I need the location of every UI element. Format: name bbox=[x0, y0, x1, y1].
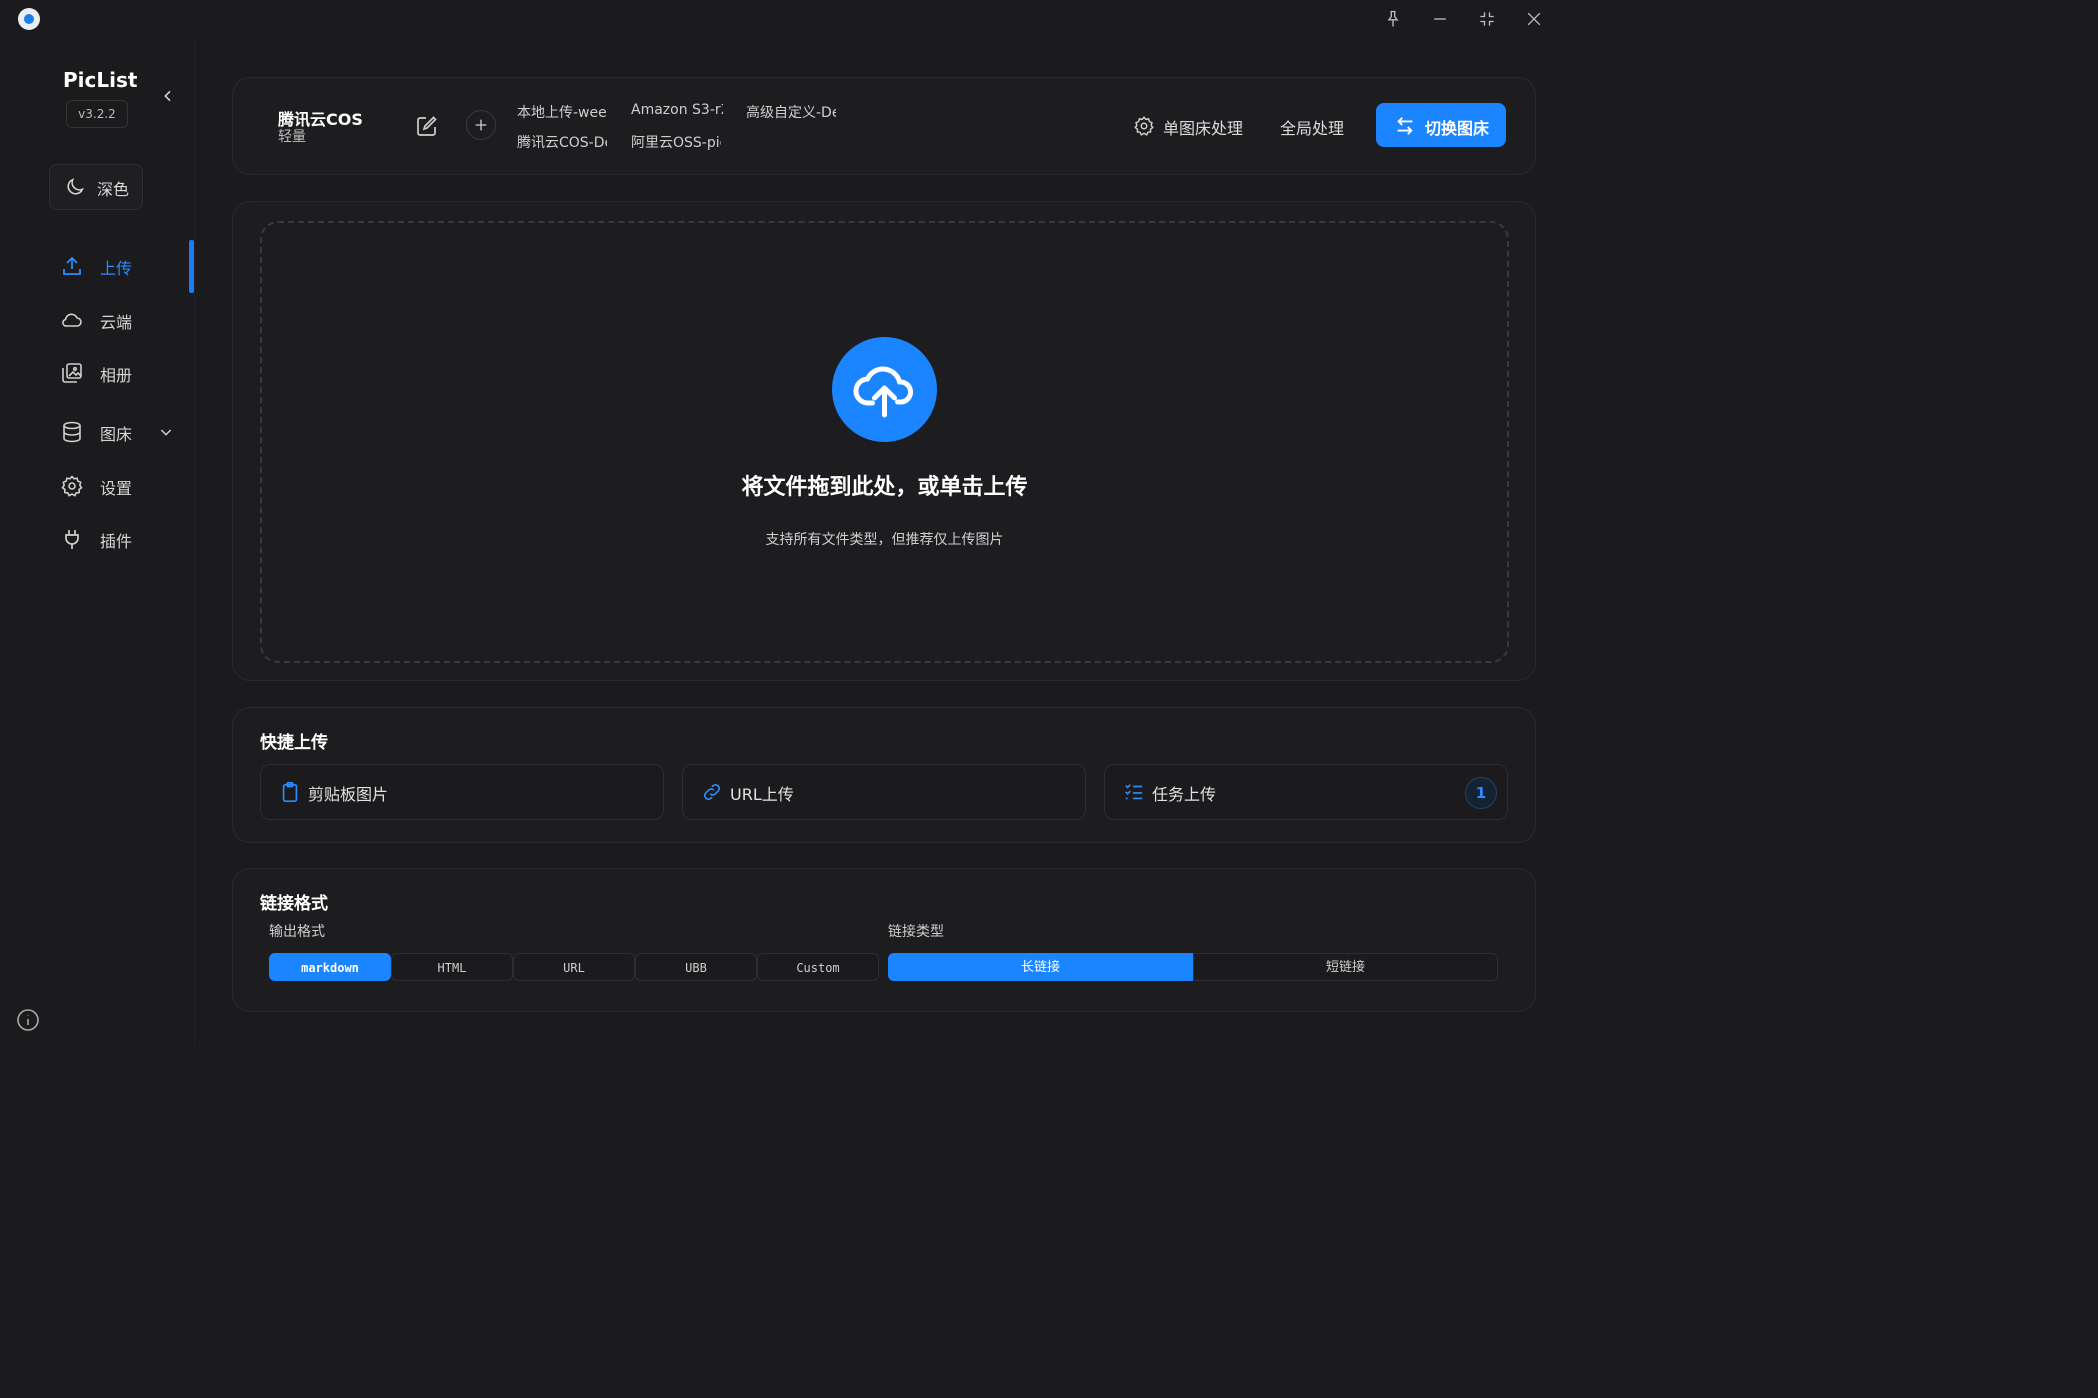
picbed-bar: 腾讯云COS 轻量 本地上传-weer Amazon S3-r2 高级自定义-D… bbox=[232, 77, 1536, 175]
format-option-html[interactable]: HTML bbox=[391, 953, 513, 981]
task-count-badge: 1 bbox=[1465, 777, 1497, 809]
link-type-long[interactable]: 长链接 bbox=[888, 953, 1193, 981]
link-format-title: 链接格式 bbox=[260, 894, 328, 914]
sidebar-item-upload[interactable]: 上传 bbox=[60, 248, 200, 284]
link-type-label: 链接类型 bbox=[888, 924, 944, 940]
output-format-label: 输出格式 bbox=[269, 924, 325, 940]
sidebar-item-gallery[interactable]: 相册 bbox=[60, 355, 200, 391]
single-picbed-process-label: 单图床处理 bbox=[1163, 119, 1244, 138]
gear-icon bbox=[61, 475, 83, 497]
format-option-custom[interactable]: Custom bbox=[757, 953, 879, 981]
sidebar-item-settings[interactable]: 设置 bbox=[60, 468, 200, 504]
add-picbed-button[interactable] bbox=[466, 110, 496, 140]
quick-picbed-item[interactable]: Amazon S3-r2 bbox=[631, 102, 723, 118]
sidebar-item-label: 设置 bbox=[100, 479, 133, 498]
upload-dropzone[interactable]: 将文件拖到此处，或单击上传 支持所有文件类型，但推荐仅上传图片 bbox=[260, 221, 1509, 663]
plug-icon bbox=[65, 530, 79, 549]
format-option-ubb[interactable]: UBB bbox=[635, 953, 757, 981]
title-bar bbox=[0, 0, 1568, 38]
app-logo-icon bbox=[18, 8, 40, 30]
gallery-icon bbox=[62, 363, 82, 383]
swap-icon bbox=[1397, 117, 1413, 135]
theme-toggle-button[interactable]: 深色 bbox=[49, 164, 143, 210]
link-format-card: 链接格式 输出格式 markdown HTML URL UBB Custom 链… bbox=[232, 868, 1536, 1012]
global-process-button[interactable]: 全局处理 bbox=[1280, 115, 1344, 139]
quick-picbed-item[interactable]: 本地上传-weer bbox=[517, 102, 607, 122]
close-icon[interactable] bbox=[1524, 9, 1544, 29]
edit-icon[interactable] bbox=[415, 114, 439, 138]
restore-icon[interactable] bbox=[1477, 9, 1497, 29]
gear-icon bbox=[1134, 116, 1154, 136]
collapse-sidebar-icon[interactable] bbox=[160, 88, 176, 104]
quick-picbed-item[interactable]: 阿里云OSS-pic bbox=[631, 132, 721, 152]
sidebar-item-plugins[interactable]: 插件 bbox=[60, 521, 200, 557]
dropzone-subtitle: 支持所有文件类型，但推荐仅上传图片 bbox=[765, 532, 1004, 548]
theme-label: 深色 bbox=[97, 180, 130, 199]
sidebar-item-label: 插件 bbox=[100, 532, 133, 551]
sidebar: PicList v3.2.2 深色 上传 云端 相册 图床 设置 插件 bbox=[0, 38, 195, 1045]
url-upload-label: URL上传 bbox=[730, 785, 794, 804]
url-upload-button[interactable]: URL上传 bbox=[682, 764, 1086, 820]
cloud-upload-icon bbox=[832, 337, 937, 442]
plus-icon bbox=[475, 119, 487, 131]
task-upload-button[interactable]: 任务上传 1 bbox=[1104, 764, 1508, 820]
version-badge: v3.2.2 bbox=[66, 100, 128, 128]
quick-picbed-item[interactable]: 高级自定义-De bbox=[746, 102, 836, 122]
upload-icon bbox=[63, 256, 81, 275]
database-icon bbox=[63, 421, 81, 443]
chevron-down-icon bbox=[160, 429, 172, 436]
sidebar-item-label: 云端 bbox=[100, 313, 133, 332]
link-type-short[interactable]: 短链接 bbox=[1193, 953, 1498, 981]
upload-card: 将文件拖到此处，或单击上传 支持所有文件类型，但推荐仅上传图片 bbox=[232, 201, 1536, 681]
current-picbed-config: 轻量 bbox=[278, 129, 306, 145]
sidebar-item-picbed[interactable]: 图床 bbox=[60, 414, 200, 450]
quick-upload-card: 快捷上传 剪贴板图片 URL上传 任务上传 1 bbox=[232, 707, 1536, 843]
quick-picbed-item[interactable]: 腾讯云COS-De bbox=[517, 132, 607, 152]
minimize-icon[interactable] bbox=[1430, 9, 1450, 29]
clipboard-icon bbox=[282, 782, 298, 802]
switch-picbed-label: 切换图床 bbox=[1425, 119, 1490, 138]
sidebar-item-cloud[interactable]: 云端 bbox=[60, 302, 200, 338]
sidebar-item-label: 上传 bbox=[100, 259, 133, 278]
switch-picbed-button[interactable]: 切换图床 bbox=[1376, 103, 1506, 147]
moon-icon bbox=[67, 178, 84, 195]
dropzone-title: 将文件拖到此处，或单击上传 bbox=[741, 475, 1028, 500]
format-option-markdown[interactable]: markdown bbox=[269, 953, 391, 981]
info-icon[interactable] bbox=[16, 1008, 40, 1032]
sidebar-item-label: 相册 bbox=[100, 366, 133, 385]
app-name: PicList bbox=[63, 68, 138, 92]
format-option-url[interactable]: URL bbox=[513, 953, 635, 981]
quick-upload-title: 快捷上传 bbox=[260, 733, 328, 753]
task-upload-label: 任务上传 bbox=[1152, 785, 1217, 804]
clipboard-upload-button[interactable]: 剪贴板图片 bbox=[260, 764, 664, 820]
cloud-icon bbox=[62, 313, 82, 327]
task-list-icon bbox=[1125, 784, 1143, 800]
pin-icon[interactable] bbox=[1383, 9, 1403, 29]
sidebar-item-label: 图床 bbox=[100, 425, 133, 444]
clipboard-upload-label: 剪贴板图片 bbox=[308, 785, 389, 804]
link-icon bbox=[703, 783, 721, 801]
